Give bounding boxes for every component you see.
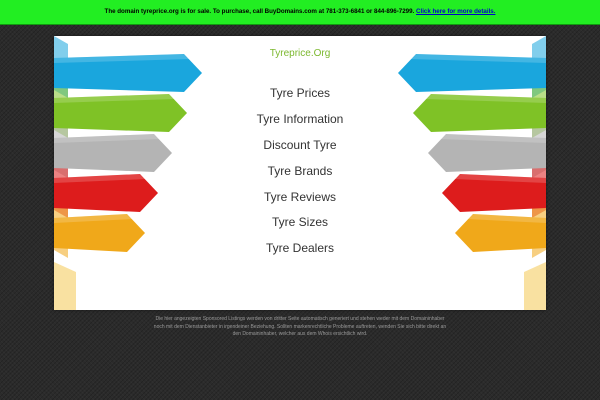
more-details-link[interactable]: Click here for more details.: [416, 8, 495, 15]
footer-disclaimer: Die hier angezeigten Sponsored Listings …: [153, 316, 447, 337]
nav-link-tyre-dealers[interactable]: Tyre Dealers: [220, 236, 380, 262]
nav-link-tyre-reviews[interactable]: Tyre Reviews: [220, 185, 380, 211]
nav-link-tyre-sizes[interactable]: Tyre Sizes: [220, 210, 380, 236]
main-panel: Tyreprice.Org Tyre Prices Tyre Informati…: [54, 36, 546, 310]
domain-sale-banner: The domain tyreprice.org is for sale. To…: [0, 0, 600, 25]
nav-link-tyre-prices[interactable]: Tyre Prices: [220, 81, 380, 107]
domain-sale-text: The domain tyreprice.org is for sale. To…: [104, 8, 415, 15]
nav-link-tyre-brands[interactable]: Tyre Brands: [220, 159, 380, 185]
ribbon-tail-left: [54, 262, 76, 310]
nav-list: Tyre Prices Tyre Information Discount Ty…: [220, 81, 380, 262]
nav-link-discount-tyre[interactable]: Discount Tyre: [220, 133, 380, 159]
ribbon-tail-right: [524, 262, 546, 310]
site-title: Tyreprice.Org: [269, 48, 331, 59]
nav-link-tyre-information[interactable]: Tyre Information: [220, 107, 380, 133]
